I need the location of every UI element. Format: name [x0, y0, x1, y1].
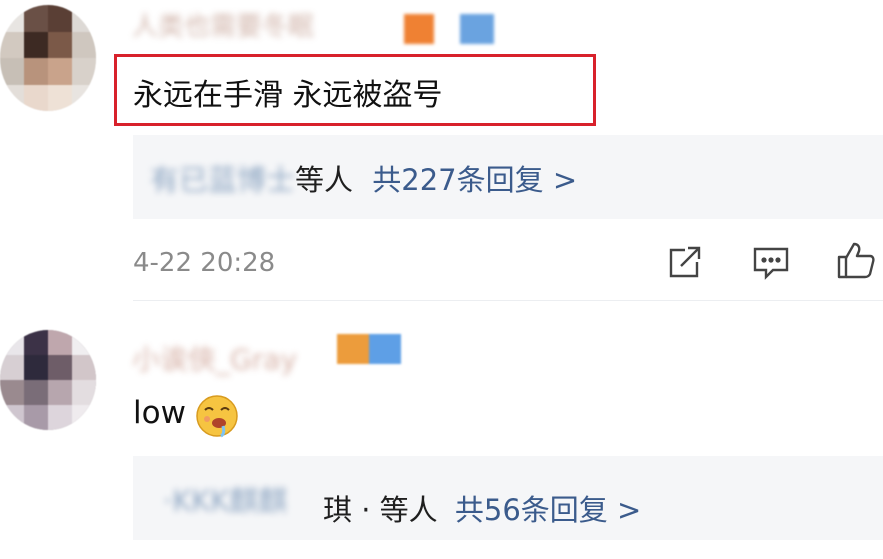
avatar[interactable] [0, 5, 96, 111]
reply-count-link[interactable]: 共227条回复 > [372, 163, 577, 197]
reply-suffix: 等人 [295, 163, 354, 197]
drooling-face-emoji [193, 392, 241, 442]
comment-text: low [133, 395, 186, 431]
reply-names: ·KKK麒麒 [163, 484, 288, 518]
replies-summary[interactable]: 有已蓝博士等人 共227条回复 > [150, 157, 577, 199]
reply-suffix: 等人 [379, 493, 438, 527]
user-badge [337, 334, 401, 364]
replies-summary[interactable]: ·KKK麒麒 琪 · 等人 共56条回复 > [163, 478, 641, 529]
reply-names-tail: 琪 · [323, 493, 371, 527]
thumbs-up-icon[interactable] [836, 240, 876, 284]
share-icon[interactable] [667, 246, 703, 284]
comment-icon[interactable] [752, 246, 790, 284]
comment-text: 永远在手滑 永远被盗号 [133, 78, 443, 113]
avatar[interactable] [0, 330, 96, 430]
author-name[interactable]: 人类也需要冬眠 [132, 6, 314, 43]
comment-time: 4-22 20:28 [133, 248, 276, 278]
divider [133, 300, 883, 301]
reply-count-link[interactable]: 共56条回复 > [455, 493, 641, 527]
author-name[interactable]: 小诶俠_Gray [132, 338, 297, 378]
reply-names: 有已蓝博士 [150, 163, 296, 197]
user-badge [404, 14, 496, 44]
